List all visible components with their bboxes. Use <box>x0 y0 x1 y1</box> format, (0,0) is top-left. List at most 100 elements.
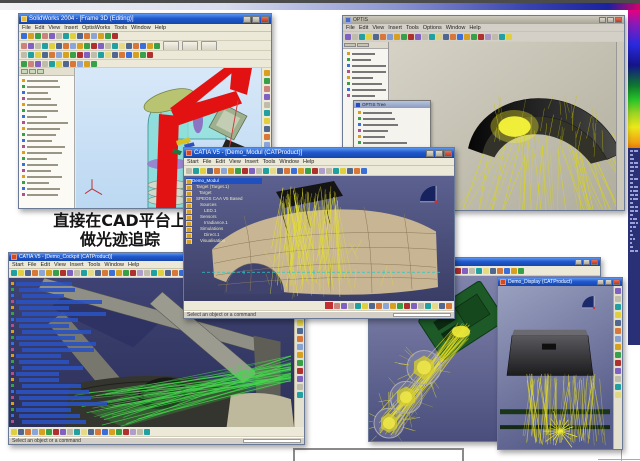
toolbar-icon[interactable] <box>28 43 34 49</box>
tree-tabs[interactable] <box>19 68 74 76</box>
tree-row[interactable] <box>11 413 107 418</box>
toolbar-icon[interactable] <box>11 270 17 276</box>
toolbar-icon[interactable] <box>383 303 389 309</box>
toolbar-icon[interactable] <box>411 303 417 309</box>
close-icon[interactable] <box>591 259 598 265</box>
menu-item[interactable]: OptisWorks <box>82 24 110 32</box>
menu-item[interactable]: Help <box>155 24 166 32</box>
toolbar-icon[interactable] <box>98 33 104 39</box>
toolbar-icon[interactable] <box>387 34 393 40</box>
tree-row[interactable] <box>22 181 72 184</box>
tree-row[interactable] <box>11 329 107 334</box>
toolbar-icon[interactable] <box>457 34 463 40</box>
toolbar-icon[interactable] <box>42 61 48 67</box>
toolbar-icon[interactable] <box>84 33 90 39</box>
toolbar-icon[interactable] <box>147 52 153 58</box>
toolbar-icon[interactable] <box>297 368 303 374</box>
toolbar-icon[interactable] <box>53 270 59 276</box>
toolbar-icon[interactable] <box>18 429 24 435</box>
toolbar-icon[interactable] <box>615 312 621 318</box>
menu-item[interactable]: View <box>48 24 60 32</box>
tree-row[interactable] <box>347 64 386 67</box>
tree-row[interactable] <box>22 115 72 118</box>
menu-item[interactable]: Edit <box>41 261 50 269</box>
close-icon[interactable] <box>261 16 269 23</box>
tree-row[interactable] <box>11 281 107 286</box>
toolbar-icon[interactable] <box>109 429 115 435</box>
tree-row[interactable] <box>11 365 107 370</box>
menu-item[interactable]: Start <box>12 261 24 269</box>
menu-item[interactable]: Tools <box>406 24 419 32</box>
toolbar-icon[interactable] <box>49 61 55 67</box>
menu-item[interactable]: Tools <box>88 261 101 269</box>
toolbar-icon[interactable] <box>84 52 90 58</box>
toolbar-icon[interactable] <box>147 43 153 49</box>
tree-row[interactable] <box>11 323 107 328</box>
menu-item[interactable]: Tools <box>114 24 127 32</box>
toolbar-icon[interactable] <box>390 303 396 309</box>
tree-row[interactable] <box>11 359 107 364</box>
menu-item[interactable]: File <box>346 24 355 32</box>
toolbar-icon[interactable] <box>415 34 421 40</box>
catia-spec-tree[interactable]: Demo_ModulTarget (Target.1)TargetSPEOS C… <box>186 178 262 244</box>
toolbar-icon[interactable] <box>105 43 111 49</box>
toolbar-icon[interactable] <box>354 168 360 174</box>
toolbar-button[interactable] <box>163 41 179 51</box>
toolbar-icon[interactable] <box>35 33 41 39</box>
toolbar-icon[interactable] <box>264 86 270 92</box>
toolbar-icon[interactable] <box>305 168 311 174</box>
toolbar-icon[interactable] <box>235 168 241 174</box>
toolbar-icon[interactable] <box>615 304 621 310</box>
toolbar-icon[interactable] <box>256 168 262 174</box>
tree-row[interactable] <box>358 135 428 138</box>
toolbar-icon[interactable] <box>464 34 470 40</box>
toolbar-icon[interactable] <box>483 268 489 274</box>
toolbar-icon[interactable] <box>91 43 97 49</box>
toolbar-icon[interactable] <box>56 43 62 49</box>
toolbar-icon[interactable] <box>221 168 227 174</box>
toolbar-icon[interactable] <box>615 360 621 366</box>
toolbar-icon[interactable] <box>56 61 62 67</box>
tree-row[interactable] <box>22 85 72 88</box>
tree-row[interactable] <box>347 94 386 97</box>
toolbar-icon[interactable] <box>394 34 400 40</box>
toolbar-icon[interactable] <box>112 43 118 49</box>
toolbar-icon[interactable] <box>70 43 76 49</box>
menu-item[interactable]: Help <box>128 261 139 269</box>
toolbar-icon[interactable] <box>418 303 424 309</box>
toolbar-icon[interactable] <box>154 43 160 49</box>
toolbar-icon[interactable] <box>429 34 435 40</box>
toolbar-icon[interactable] <box>200 168 206 174</box>
toolbar-icon[interactable] <box>615 288 621 294</box>
toolbar-icon[interactable] <box>264 70 270 76</box>
toolbar-icon[interactable] <box>277 168 283 174</box>
close-icon[interactable] <box>444 150 452 157</box>
toolbar-icon[interactable] <box>88 270 94 276</box>
toolbar-icon[interactable] <box>615 328 621 334</box>
tree-row[interactable] <box>11 311 107 316</box>
menu-item[interactable]: Help <box>303 158 314 166</box>
menu-item[interactable]: View <box>372 24 384 32</box>
toolbar-icon[interactable] <box>518 268 524 274</box>
tree-item[interactable]: Visualisation <box>186 238 262 244</box>
catia-spec-tree[interactable] <box>11 280 107 424</box>
maximize-icon[interactable] <box>607 17 614 23</box>
menu-item[interactable]: Edit <box>35 24 44 32</box>
toolbar-icon[interactable] <box>63 52 69 58</box>
toolbar-icon[interactable] <box>28 61 34 67</box>
toolbar-button[interactable] <box>182 41 198 51</box>
toolbar-icon[interactable] <box>264 110 270 116</box>
tree-row[interactable] <box>11 335 107 340</box>
toolbar-icon[interactable] <box>158 270 164 276</box>
toolbar-icon[interactable] <box>401 34 407 40</box>
toolbar-icon[interactable] <box>18 270 24 276</box>
tree-row[interactable] <box>358 129 428 132</box>
toolbar-icon[interactable] <box>144 429 150 435</box>
toolbar-icon[interactable] <box>264 118 270 124</box>
toolbar-icon[interactable] <box>425 303 431 309</box>
toolbar-icon[interactable] <box>362 303 368 309</box>
toolbar-icon[interactable] <box>98 52 104 58</box>
toolbar-icon[interactable] <box>172 270 178 276</box>
toolbar-icon[interactable] <box>439 303 445 309</box>
toolbar-icon[interactable] <box>436 34 442 40</box>
